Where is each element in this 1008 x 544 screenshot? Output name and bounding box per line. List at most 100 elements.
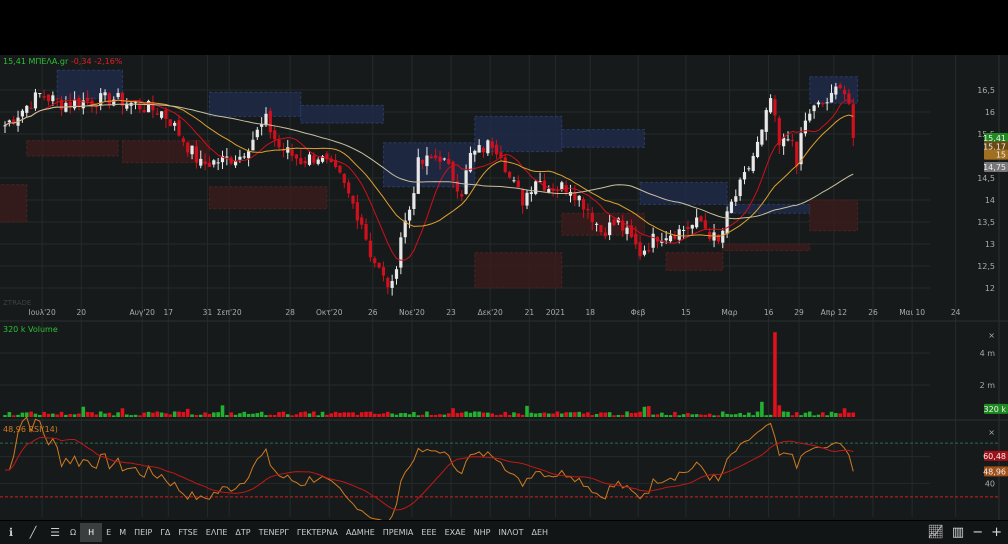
volume-bar <box>629 412 634 417</box>
candle-body <box>677 229 681 240</box>
date-tick-label: Δεκ'20 <box>478 308 503 317</box>
close-volume-icon: × <box>988 331 995 340</box>
candle-body <box>273 130 277 140</box>
candle-body <box>769 98 773 113</box>
volume-bar <box>594 413 599 417</box>
volume-bar <box>642 406 647 417</box>
symbol-tab[interactable]: ΠΕΙΡ <box>130 523 156 542</box>
date-tick-label: Ιουλ'20 <box>29 308 56 317</box>
zoom-out-button[interactable]: − <box>972 525 983 540</box>
symbol-tab[interactable]: ΤΕΝΕΡΓ <box>255 523 293 542</box>
volume-bar <box>281 411 286 417</box>
volume-last-badge: 320 k <box>984 403 1008 414</box>
symbol-tab[interactable]: Ε <box>102 523 115 542</box>
candle-body <box>207 162 212 167</box>
last-price: 15,41 <box>3 57 26 66</box>
candle-body <box>599 225 603 233</box>
watermark: ZTRADE <box>3 299 31 307</box>
volume-bar <box>612 415 616 417</box>
candle-body <box>194 146 198 163</box>
candle-body <box>738 179 742 197</box>
volume-bar <box>386 411 390 417</box>
volume-bar <box>564 412 568 417</box>
volume-bar <box>55 414 59 417</box>
candle-body <box>107 93 111 106</box>
symbol-tab[interactable]: ΓΔ <box>156 523 174 542</box>
symbol-tab[interactable]: ΕΧΑΕ <box>441 523 470 542</box>
chart-svg[interactable]: ZTRADE16,51615,514,51413,51312,51215,411… <box>0 55 1008 524</box>
symbol-tab[interactable]: ΔΕΗ <box>527 523 552 542</box>
candle-body <box>94 106 98 108</box>
symbol-tab[interactable]: ΑΔΜΗΕ <box>342 523 379 542</box>
candle-body <box>581 199 586 210</box>
candle-body <box>51 95 55 102</box>
volume-bar <box>359 412 364 417</box>
candle-body <box>342 173 346 183</box>
volume-bar <box>11 415 16 417</box>
volume-bar <box>577 411 581 417</box>
date-tick-label: 26 <box>868 308 878 317</box>
symbol-tab[interactable]: Μ <box>115 523 130 542</box>
rsi-legend: 48,96 RSI(14) <box>3 425 58 434</box>
volume-bar <box>216 412 220 417</box>
candle-body <box>360 217 364 225</box>
symbol-tab[interactable]: FTSE <box>174 523 201 542</box>
volume-last-badge-text: 320 k <box>984 405 1007 414</box>
volume-bar <box>486 412 490 417</box>
symbol-tab[interactable]: ΕΕΕ <box>417 523 440 542</box>
volume-bar <box>625 411 629 417</box>
symbol-tab[interactable]: ΝΗΡ <box>470 523 495 542</box>
candle-body <box>508 171 512 178</box>
draw-line-icon[interactable]: ╱ <box>22 523 44 542</box>
candle-body <box>516 180 520 188</box>
volume-bar <box>603 412 608 417</box>
volume-bar <box>264 415 268 417</box>
bar-chart-icon[interactable]: ▥ <box>952 525 964 540</box>
candle-body <box>177 120 181 136</box>
candle-body <box>260 124 264 127</box>
candle-body <box>568 191 573 196</box>
supply-zone <box>561 129 645 148</box>
candle-body <box>355 202 359 221</box>
candle-body <box>316 159 320 164</box>
symbol-tab[interactable]: Η <box>80 523 103 542</box>
volume-bar <box>129 415 133 417</box>
symbol-tab[interactable]: ΙΝΛΟΤ <box>494 523 527 542</box>
volume-bar <box>259 411 264 417</box>
volume-bar <box>694 414 699 417</box>
symbol-tab[interactable]: ΕΛΠΕ <box>202 523 232 542</box>
line-chart-icon[interactable]: 📈︎ <box>927 525 944 540</box>
volume-bar <box>103 413 107 417</box>
volume-bar <box>181 412 186 417</box>
volume-bar <box>290 415 294 417</box>
candle-body <box>212 160 216 165</box>
candle-body <box>534 181 538 194</box>
symbol-tab[interactable]: Ω <box>66 523 80 542</box>
symbol-tab[interactable]: ΔΤΡ <box>231 523 254 542</box>
rsi-last-badge-text: 48,96 <box>983 467 1006 476</box>
candle-body <box>608 222 612 236</box>
chart-area[interactable]: ZTRADE16,51615,514,51413,51312,51215,411… <box>0 55 1008 524</box>
candle-body <box>20 110 24 117</box>
demand-zone <box>26 140 119 157</box>
price-legend: 15,41 ΜΠΕΛΑ.gr -0,34 -2,16% <box>3 57 122 66</box>
volume-bar <box>825 415 829 417</box>
candle-body <box>116 92 120 98</box>
candle-body <box>299 158 303 165</box>
symbol-tab[interactable]: ΓΕΚΤΕΡΝΑ <box>293 523 342 542</box>
candle-body <box>647 250 651 252</box>
volume-bar <box>116 412 120 417</box>
volume-legend: 320 k Volume <box>3 325 58 334</box>
candle-body <box>612 219 616 225</box>
zoom-in-button[interactable]: + <box>991 525 1002 540</box>
volume-bar <box>412 412 416 417</box>
volume-bar <box>468 412 473 417</box>
info-icon[interactable]: ℹ <box>0 523 22 542</box>
symbol-tab[interactable]: ΠΡΕΜΙΑ <box>379 523 418 542</box>
candle-body <box>181 138 185 142</box>
candle-body <box>686 227 690 230</box>
indicators-icon[interactable]: ☰ <box>44 523 66 542</box>
candle-body <box>521 189 525 206</box>
volume-bar <box>64 414 68 417</box>
volume-bar <box>851 412 856 417</box>
